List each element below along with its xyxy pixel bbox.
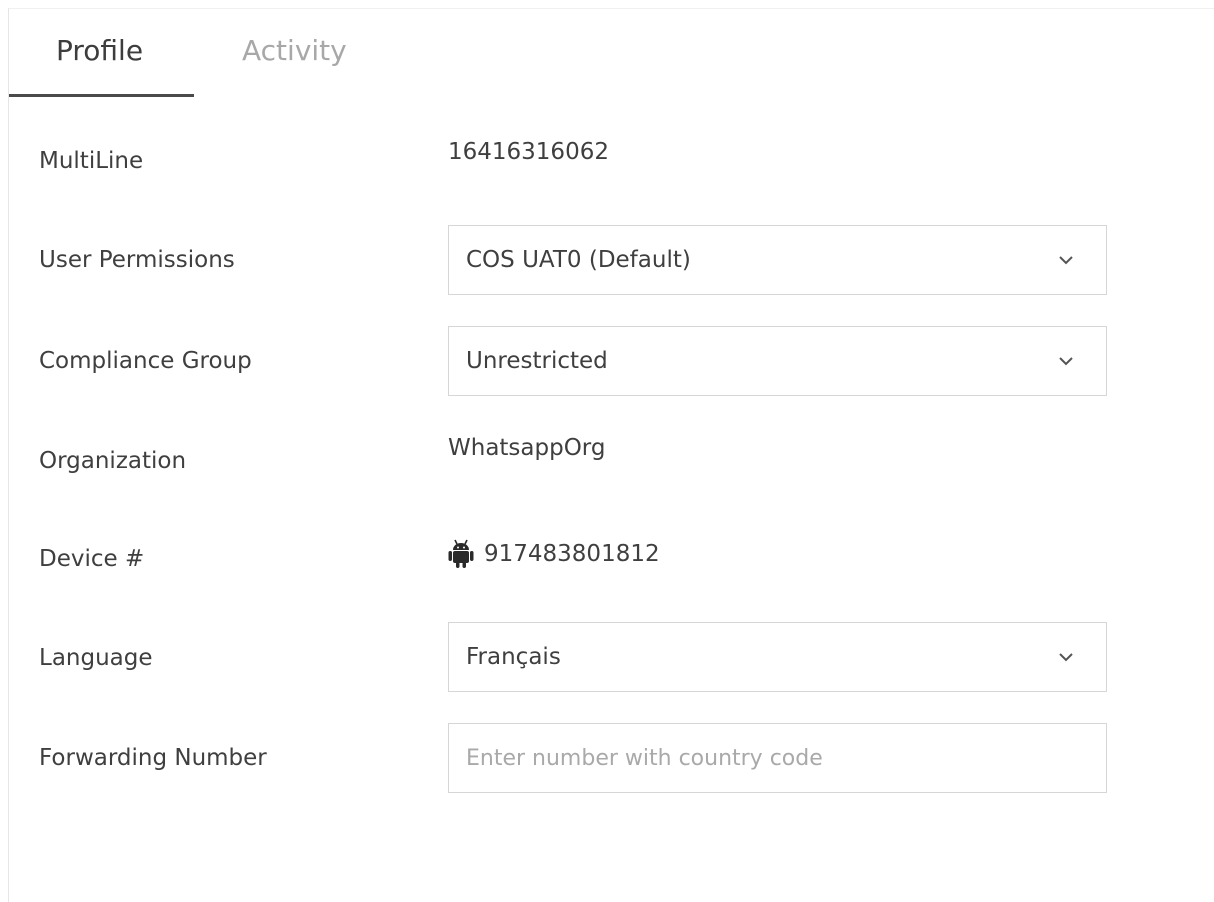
- chevron-down-icon: [1059, 256, 1073, 265]
- organization-value: WhatsappOrg: [448, 435, 606, 461]
- chevron-down-icon: [1059, 653, 1073, 662]
- forwarding-number-input[interactable]: [448, 723, 1107, 793]
- user-permissions-label: User Permissions: [39, 247, 235, 273]
- active-tab-indicator: [9, 94, 194, 97]
- multiline-label: MultiLine: [39, 148, 144, 174]
- forwarding-number-label: Forwarding Number: [39, 745, 267, 771]
- compliance-group-label: Compliance Group: [39, 348, 252, 374]
- device-number: 917483801812: [484, 541, 660, 567]
- compliance-group-select[interactable]: Unrestricted: [448, 326, 1107, 396]
- user-permissions-selected: COS UAT0 (Default): [466, 247, 691, 273]
- chevron-down-icon: [1059, 357, 1073, 366]
- android-icon: [448, 539, 474, 568]
- device-value-group: 917483801812: [448, 539, 660, 569]
- tab-bar: Profile Activity: [9, 9, 409, 97]
- tab-activity[interactable]: Activity: [242, 33, 347, 69]
- profile-panel: Profile Activity MultiLine 16416316062 U…: [8, 8, 1214, 902]
- language-selected: Français: [466, 644, 561, 670]
- organization-label: Organization: [39, 448, 187, 474]
- language-select[interactable]: Français: [448, 622, 1107, 692]
- device-label: Device #: [39, 546, 145, 572]
- user-permissions-select[interactable]: COS UAT0 (Default): [448, 225, 1107, 295]
- compliance-group-selected: Unrestricted: [466, 348, 608, 374]
- multiline-value: 16416316062: [448, 139, 609, 165]
- tab-profile[interactable]: Profile: [56, 33, 143, 69]
- language-label: Language: [39, 645, 153, 671]
